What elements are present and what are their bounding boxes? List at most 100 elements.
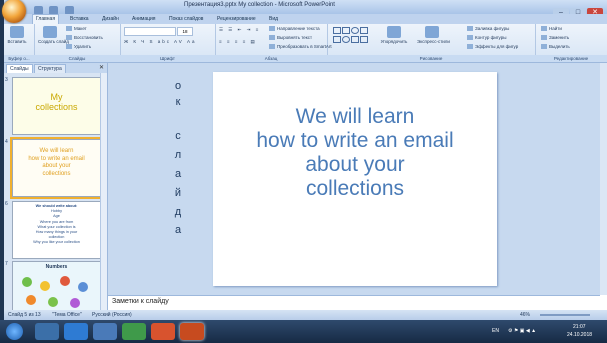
shape-oval-icon[interactable] — [351, 27, 359, 34]
ribbon: Вставить Буфер о... Создать слайд Макет … — [4, 24, 607, 63]
shape-triangle-icon[interactable] — [333, 36, 341, 43]
slide-line: how to write an email — [256, 129, 454, 152]
select-button[interactable]: Выделить — [541, 44, 570, 50]
replace-icon — [541, 35, 547, 41]
shape-line-icon[interactable] — [342, 27, 350, 34]
slide-line: about your — [305, 153, 405, 176]
restore-button[interactable]: Восстановить — [66, 35, 103, 41]
shape-star-icon[interactable] — [360, 36, 368, 43]
smartart-icon — [269, 44, 275, 50]
slide-thumbnail[interactable]: Numbers — [12, 261, 101, 315]
zoom-level[interactable]: 46% — [520, 312, 530, 318]
zoom-slider[interactable] — [540, 314, 590, 316]
list-buttons[interactable]: ☰ ☰ ⇤ ⇥ ≡ — [219, 27, 260, 33]
taskbar: EN ⚙ ⚑ ▣ ◀ ▲ 21:07 24.10.2018 — [0, 320, 607, 343]
slide-thumbnail[interactable]: We should write about: Hobby Age Where y… — [12, 201, 101, 259]
tab-home[interactable]: Главная — [32, 14, 60, 24]
numbers-illustration — [22, 276, 88, 308]
media-icon[interactable] — [122, 323, 146, 340]
slides-pane: Слайды Структура ✕ 3 My collections 4 We… — [4, 63, 108, 319]
theme-name: "Тема Office" — [52, 312, 82, 318]
tab-slideshow[interactable]: Показ слайдов — [166, 15, 206, 24]
delete-icon — [66, 44, 72, 50]
tab-design[interactable]: Дизайн — [99, 15, 122, 24]
ribbon-tabs: Главная Вставка Дизайн Анимация Показ сл… — [4, 14, 607, 24]
quick-access-toolbar — [34, 2, 94, 15]
align-text-icon — [269, 35, 275, 41]
group-editing: Найти Заменить Выделить Редактирование — [535, 24, 607, 62]
slide-thumbnail-selected[interactable]: We will learn how to write an email abou… — [10, 137, 103, 199]
notes-pane[interactable]: Заметки к слайду — [108, 295, 600, 309]
smartart-button[interactable]: Преобразовать в SmartArt — [269, 44, 332, 50]
tab-insert[interactable]: Вставка — [67, 15, 92, 24]
vertical-letter: с — [175, 130, 181, 142]
chrome-icon[interactable] — [151, 323, 175, 340]
powerpoint-taskbar-icon[interactable] — [180, 323, 204, 340]
slide-thumbnail[interactable]: My collections — [12, 77, 101, 135]
thumb-text: My collections — [35, 92, 78, 112]
slide-counter: Слайд 5 из 13 — [8, 312, 41, 318]
group-paragraph: ☰ ☰ ⇤ ⇥ ≡ ≡ ≡ ≡ ≡ ▤ Направление текста В… — [215, 24, 332, 62]
quick-styles-button[interactable]: Экспресс-стили — [417, 26, 450, 48]
folder-icon[interactable] — [93, 323, 117, 340]
restore-icon — [66, 35, 72, 41]
shape-rect-icon[interactable] — [333, 27, 341, 34]
slide-line: collections — [305, 177, 405, 200]
shape-rounded-icon[interactable] — [360, 27, 368, 34]
font-name-select[interactable] — [124, 27, 176, 36]
close-icon[interactable]: ✕ — [99, 64, 104, 71]
group-slides: Создать слайд Макет Восстановить Удалить… — [34, 24, 121, 62]
explorer-icon[interactable] — [35, 323, 59, 340]
text-direction-button[interactable]: Направление текста — [269, 26, 320, 32]
thumb-text: We will learn how to write an email abou… — [28, 148, 85, 177]
arrange-icon — [387, 26, 401, 38]
tab-view[interactable]: Вид — [266, 15, 281, 24]
tab-review[interactable]: Рецензирование — [214, 15, 259, 24]
window-title: Презентация3.pptx My collection - Micros… — [184, 2, 335, 8]
thumb-number: 6 — [5, 201, 8, 207]
find-button[interactable]: Найти — [541, 26, 562, 32]
thumbnail-scrollbar[interactable] — [100, 73, 107, 319]
vertical-letter: о — [174, 80, 182, 92]
font-size-select[interactable]: 18 — [177, 27, 193, 36]
outline-icon — [467, 35, 473, 41]
replace-button[interactable]: Заменить — [541, 35, 569, 41]
clock-time[interactable]: 21:07 — [573, 324, 586, 330]
pane-tabs: Слайды Структура ✕ — [4, 63, 107, 73]
clock-date[interactable]: 24.10.2018 — [567, 332, 592, 338]
ie-icon[interactable] — [64, 323, 88, 340]
vertical-scrollbar[interactable] — [600, 63, 607, 295]
tab-outline[interactable]: Структура — [34, 64, 66, 73]
find-icon — [541, 26, 547, 32]
shape-effects-button[interactable]: Эффекты для фигур — [467, 44, 518, 50]
arrange-button[interactable]: Упорядочить — [379, 26, 409, 48]
new-slide-button[interactable]: Создать слайд — [38, 26, 69, 48]
group-drawing: Упорядочить Экспресс-стили Заливка фигур… — [327, 24, 536, 62]
slide-title[interactable]: We will learn how to write an email abou… — [213, 105, 497, 201]
shape-arrow-icon[interactable] — [351, 36, 359, 43]
shape-outline-button[interactable]: Контур фигуры — [467, 35, 506, 41]
tray-icons[interactable]: ⚙ ⚑ ▣ ◀ ▲ — [508, 328, 536, 334]
layout-button[interactable]: Макет — [66, 26, 87, 32]
align-text-button[interactable]: Выровнять текст — [269, 35, 312, 41]
effects-icon — [467, 44, 473, 50]
shape-circle-icon[interactable] — [342, 36, 350, 43]
slide-canvas[interactable]: We will learn how to write an email abou… — [213, 72, 497, 286]
paste-button[interactable]: Вставить — [6, 26, 28, 48]
vertical-letter: а — [174, 224, 182, 236]
shape-fill-button[interactable]: Заливка фигуры — [467, 26, 509, 32]
status-bar: Слайд 5 из 13 "Тема Office" Русский (Рос… — [4, 310, 607, 320]
start-button[interactable] — [6, 323, 23, 340]
language-indicator[interactable]: Русский (Россия) — [92, 312, 132, 318]
align-buttons[interactable]: ≡ ≡ ≡ ≡ ▤ — [219, 39, 257, 45]
vertical-letter: л — [174, 149, 182, 161]
layout-icon — [66, 26, 72, 32]
vertical-letter: а — [174, 168, 182, 180]
tab-animation[interactable]: Анимация — [129, 15, 158, 24]
vertical-letter: й — [174, 187, 182, 199]
delete-slide-button[interactable]: Удалить — [66, 44, 91, 50]
language-indicator[interactable]: EN — [492, 328, 499, 334]
font-format-buttons[interactable]: Ж К Ч S abc AV Аа — [124, 39, 197, 44]
office-button[interactable] — [2, 0, 26, 23]
tab-slides[interactable]: Слайды — [6, 64, 33, 73]
